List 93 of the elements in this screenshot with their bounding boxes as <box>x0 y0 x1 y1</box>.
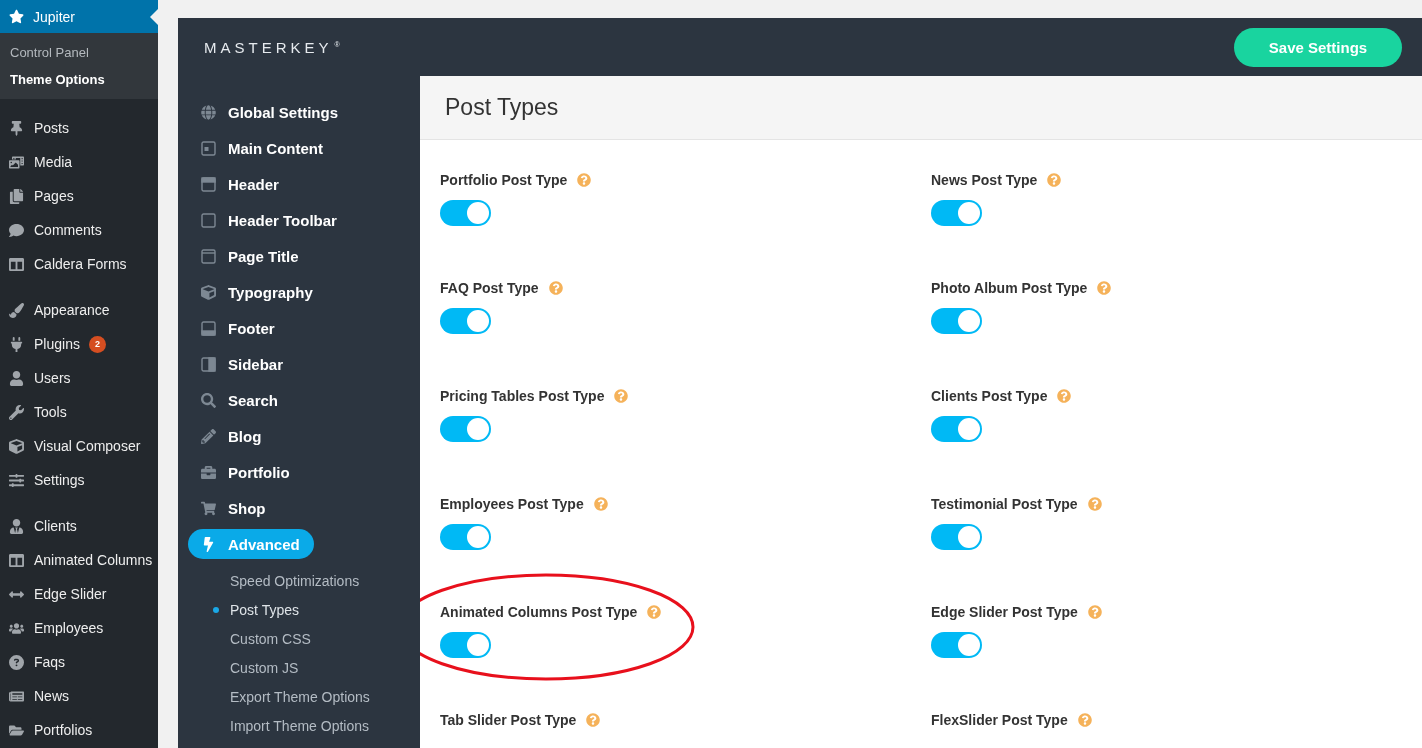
cube-icon <box>200 284 217 300</box>
menu-item[interactable]: Plugins <box>34 336 80 352</box>
toggle-switch[interactable] <box>440 632 491 658</box>
toggle-switch[interactable] <box>440 200 491 226</box>
option-label: Portfolio Post Type <box>440 172 568 188</box>
nav-item[interactable]: Search <box>188 382 410 418</box>
option-label: Employees Post Type <box>440 496 584 512</box>
toggle-switch[interactable] <box>931 308 982 334</box>
toggle-switch[interactable] <box>931 632 982 658</box>
menu-item[interactable]: Pages <box>34 188 74 204</box>
toggle-switch[interactable] <box>440 308 491 334</box>
person-icon[interactable] <box>8 518 25 534</box>
media-icon[interactable] <box>8 154 25 170</box>
option-label: Testimonial Post Type <box>931 496 1078 512</box>
option-label: News Post Type <box>931 172 1038 188</box>
option-label: Photo Album Post Type <box>931 280 1088 296</box>
submenu-item[interactable]: Theme Options <box>0 66 158 93</box>
cart-icon <box>200 500 217 516</box>
plug-icon[interactable] <box>8 336 25 352</box>
subnav-item[interactable]: Custom JS <box>188 653 410 682</box>
pin-icon[interactable] <box>8 120 25 136</box>
pages-icon[interactable] <box>8 188 25 204</box>
nav-item[interactable]: Shop <box>188 490 410 526</box>
menu-item[interactable]: News <box>34 688 69 704</box>
window-icon <box>200 248 217 264</box>
option-label: FAQ Post Type <box>440 280 539 296</box>
menu-item[interactable]: Appearance <box>34 302 110 318</box>
option-label: Pricing Tables Post Type <box>440 388 605 404</box>
menu-item[interactable]: Posts <box>34 120 69 136</box>
option-label: Clients Post Type <box>931 388 1048 404</box>
menu-item[interactable]: Visual Composer <box>34 438 141 454</box>
page-title: Post Types <box>445 94 559 121</box>
footer-icon <box>200 320 217 336</box>
nav-item[interactable]: Main Content <box>188 130 410 166</box>
menu-item[interactable]: Edge Slider <box>34 586 107 602</box>
subnav-item[interactable]: Import Theme Options <box>188 711 410 740</box>
group-icon[interactable] <box>8 620 25 636</box>
option-label: FlexSlider Post Type <box>931 712 1068 728</box>
subnav-item[interactable]: Speed Optimizations <box>188 566 410 595</box>
toggle-switch[interactable] <box>931 200 982 226</box>
toggle-switch[interactable] <box>931 524 982 550</box>
nav-item[interactable]: Sidebar <box>188 346 410 382</box>
menu-item[interactable]: Media <box>34 154 73 170</box>
menu-item[interactable]: Settings <box>34 472 85 488</box>
count-badge: 2 <box>88 335 106 353</box>
menu-label: Jupiter <box>33 8 76 25</box>
comment-icon[interactable] <box>8 222 25 238</box>
nav-item[interactable]: Header Toolbar <box>188 202 410 238</box>
menu-item[interactable]: Employees <box>34 620 104 636</box>
sidebar-icon <box>200 356 217 372</box>
nav-item[interactable]: Footer <box>188 310 410 346</box>
nav-item[interactable]: Blog <box>188 418 410 454</box>
search-icon <box>200 392 217 408</box>
option-label: Animated Columns Post Type <box>440 604 638 620</box>
active-dot <box>213 607 219 613</box>
menu-item[interactable]: Caldera Forms <box>34 256 127 272</box>
pencil-icon <box>200 428 217 444</box>
subnav-item[interactable]: Export Theme Options <box>188 682 410 711</box>
submenu-item[interactable]: Control Panel <box>0 39 158 66</box>
option-label: Tab Slider Post Type <box>440 712 577 728</box>
menu-item[interactable]: Users <box>34 370 71 386</box>
briefcase-icon <box>200 464 217 480</box>
brush-icon[interactable] <box>8 302 25 318</box>
menu-item[interactable]: Animated Columns <box>34 552 153 568</box>
nav-item[interactable]: Typography <box>188 274 410 310</box>
help-icon[interactable] <box>8 654 25 670</box>
nav-item[interactable]: Page Title <box>188 238 410 274</box>
toggle-switch[interactable] <box>931 416 982 442</box>
cube-icon[interactable] <box>8 438 25 454</box>
star-icon <box>8 9 25 24</box>
subnav-item[interactable]: Post Types <box>188 595 410 624</box>
nav-item[interactable]: Header <box>188 166 410 202</box>
sliders-icon[interactable] <box>8 472 25 488</box>
columns-icon[interactable] <box>8 552 25 568</box>
menu-item[interactable]: Comments <box>34 222 102 238</box>
menu-item[interactable]: Jupiter <box>0 0 158 33</box>
nav-item[interactable]: Global Settings <box>188 94 410 130</box>
globe-icon <box>200 104 217 120</box>
user-icon[interactable] <box>8 370 25 386</box>
layout-icon <box>200 140 217 156</box>
subnav-item[interactable]: Custom CSS <box>188 624 410 653</box>
option-label: Edge Slider Post Type <box>931 604 1078 620</box>
menu-item[interactable]: Faqs <box>34 654 66 670</box>
menu-item[interactable]: Tools <box>34 404 67 420</box>
wrench-icon[interactable] <box>8 404 25 420</box>
nav-item[interactable]: Portfolio <box>188 454 410 490</box>
logo: MASTERKEY$^{®}$ <box>204 38 340 56</box>
window-icon <box>200 212 217 228</box>
toggle-switch[interactable] <box>440 524 491 550</box>
toggle-switch[interactable] <box>440 416 491 442</box>
menu-item[interactable]: Clients <box>34 518 77 534</box>
menu-item[interactable]: Portfolios <box>34 722 93 738</box>
header-icon <box>200 176 217 192</box>
